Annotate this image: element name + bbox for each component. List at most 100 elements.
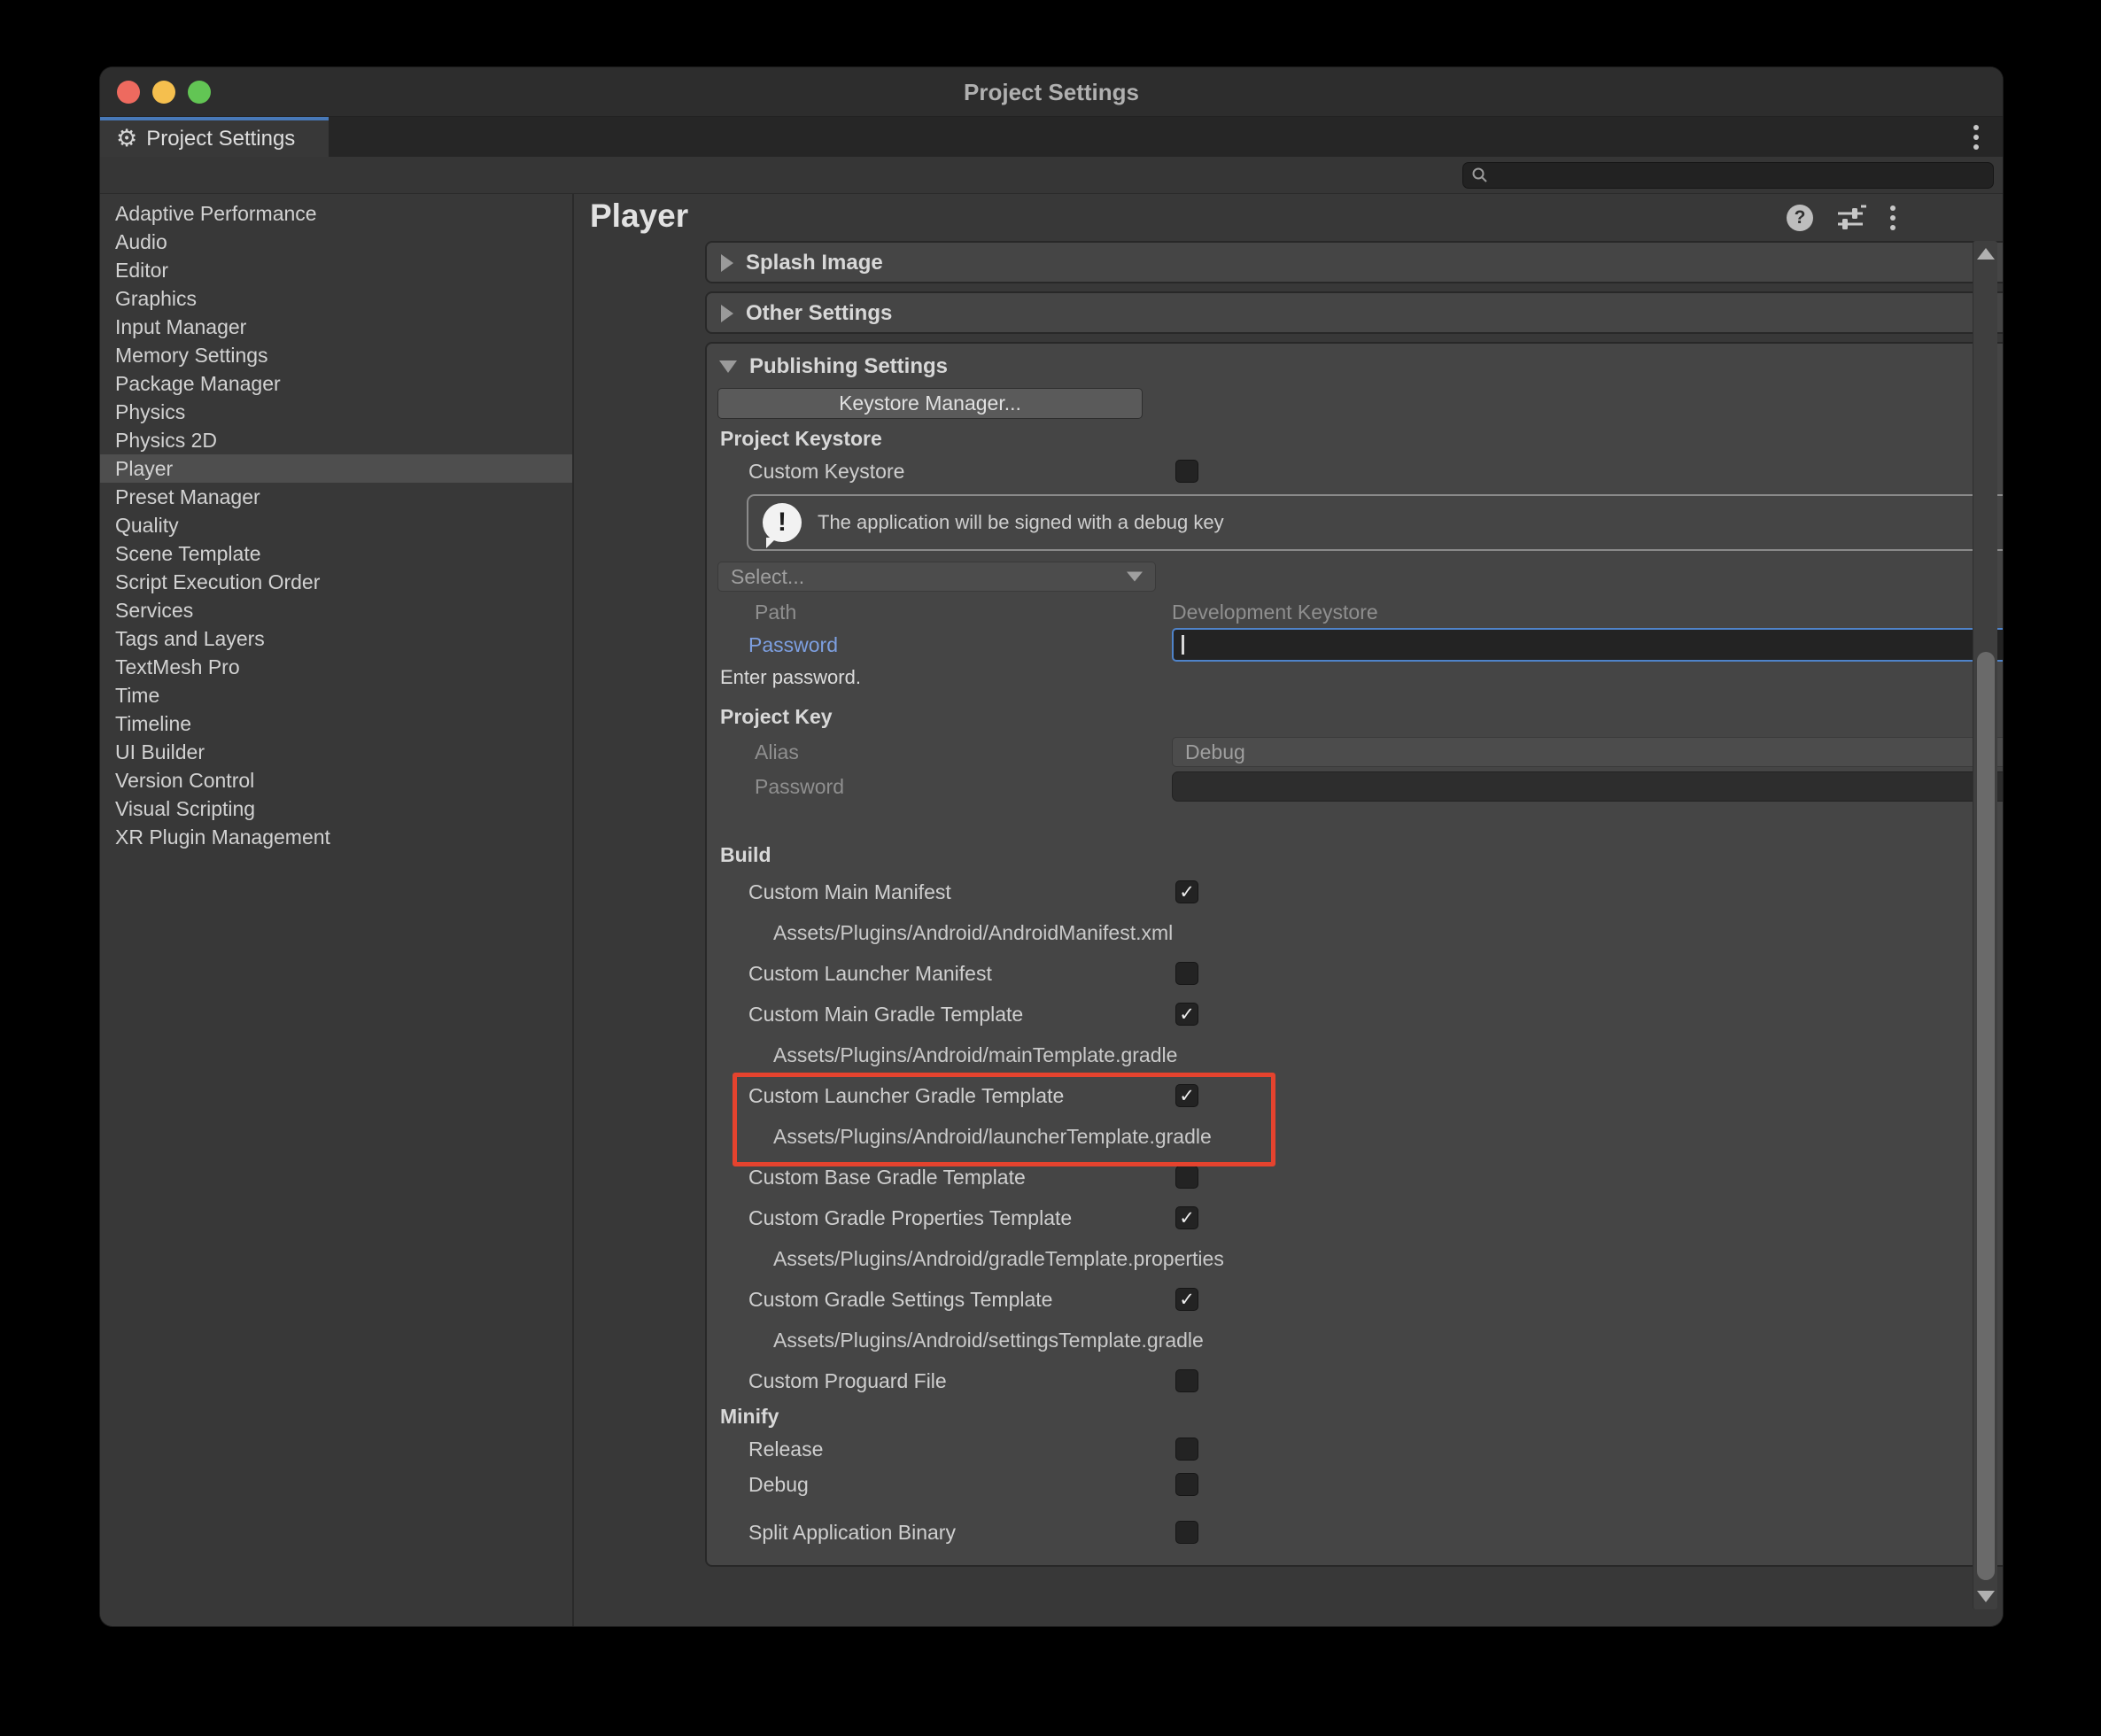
split-application-binary-checkbox[interactable]: ✓ xyxy=(1175,1521,1198,1544)
key-password-row: Password xyxy=(707,771,2003,802)
tab-bar-menu-icon[interactable] xyxy=(1973,125,1980,150)
section-other-settings: Other Settings xyxy=(705,291,2003,334)
path-value: Assets/Plugins/Android/settingsTemplate.… xyxy=(707,1320,2003,1360)
warning-icon: ! xyxy=(763,503,802,542)
custom-launcher-gradle-template-checkbox[interactable]: ✓ xyxy=(1175,1084,1198,1107)
sidebar-item-xr-plugin-management[interactable]: XR Plugin Management xyxy=(100,823,572,851)
title-bar: Project Settings xyxy=(100,67,2003,117)
sidebar-item-script-execution-order[interactable]: Script Execution Order xyxy=(100,568,572,596)
publishing-settings-fold[interactable]: Publishing Settings xyxy=(707,351,948,383)
setting-row-highlighted: Custom Launcher Gradle Template ✓ xyxy=(707,1075,2003,1116)
search-input[interactable] xyxy=(1462,162,1994,189)
panel-menu-icon[interactable] xyxy=(1889,205,1896,230)
minify-heading: Minify xyxy=(707,1401,2003,1431)
scroll-up-icon[interactable] xyxy=(1977,248,1995,260)
custom-main-gradle-template-checkbox[interactable]: ✓ xyxy=(1175,1003,1198,1026)
custom-launcher-manifest-checkbox[interactable]: ✓ xyxy=(1175,962,1198,985)
search-icon xyxy=(1471,167,1489,184)
toolbar xyxy=(100,157,2003,194)
build-settings-list: Custom Main Manifest ✓ Assets/Plugins/An… xyxy=(707,872,2003,1550)
sidebar-item-physics[interactable]: Physics xyxy=(100,398,572,426)
preset-icon[interactable] xyxy=(1836,205,1866,231)
sidebar-item-input-manager[interactable]: Input Manager xyxy=(100,313,572,341)
sidebar-item-scene-template[interactable]: Scene Template xyxy=(100,539,572,568)
build-heading: Build xyxy=(720,843,771,867)
chevron-down-icon xyxy=(719,360,737,373)
sidebar-item-tags-and-layers[interactable]: Tags and Layers xyxy=(100,624,572,653)
sidebar-item-visual-scripting[interactable]: Visual Scripting xyxy=(100,794,572,823)
other-settings-fold[interactable]: Other Settings xyxy=(707,293,2003,334)
page-title: Player xyxy=(590,198,688,235)
chevron-right-icon xyxy=(721,254,733,272)
alias-dropdown[interactable]: Debug xyxy=(1172,737,2003,767)
setting-row: Split Application Binary ✓ xyxy=(707,1515,2003,1550)
custom-gradle-properties-template-checkbox[interactable]: ✓ xyxy=(1175,1206,1198,1229)
sidebar-item-package-manager[interactable]: Package Manager xyxy=(100,369,572,398)
keystore-select-dropdown[interactable]: Select... xyxy=(717,562,1156,592)
path-value: Assets/Plugins/Android/launcherTemplate.… xyxy=(707,1116,2003,1157)
key-password-input[interactable] xyxy=(1172,771,2003,802)
custom-main-manifest-checkbox[interactable]: ✓ xyxy=(1175,880,1198,903)
sidebar-item-ui-builder[interactable]: UI Builder xyxy=(100,738,572,766)
setting-row: Custom Gradle Properties Template ✓ xyxy=(707,1197,2003,1238)
sidebar-item-time[interactable]: Time xyxy=(100,681,572,709)
splash-image-fold[interactable]: Splash Image xyxy=(707,243,2003,283)
setting-row: Release ✓ xyxy=(707,1431,2003,1467)
player-settings-panel: Player ? Splash Image xyxy=(576,194,2003,1626)
section-splash-image: Splash Image xyxy=(705,241,2003,283)
setting-row: Custom Base Gradle Template ✓ xyxy=(707,1157,2003,1197)
keystore-password-row: Password xyxy=(707,627,2003,663)
minify-release-checkbox[interactable]: ✓ xyxy=(1175,1438,1198,1461)
setting-row: Debug ✓ xyxy=(707,1467,2003,1502)
custom-keystore-row: Custom Keystore ✓ xyxy=(707,457,2003,485)
project-key-heading: Project Key xyxy=(720,705,833,729)
tab-bar: ⚙ Project Settings xyxy=(100,117,2003,157)
chevron-right-icon xyxy=(721,305,733,322)
keystore-path-value: Development Keystore xyxy=(1172,601,1378,624)
sidebar-item-editor[interactable]: Editor xyxy=(100,256,572,284)
sidebar-item-timeline[interactable]: Timeline xyxy=(100,709,572,738)
sidebar-item-audio[interactable]: Audio xyxy=(100,228,572,256)
settings-sidebar: Adaptive Performance Audio Editor Graphi… xyxy=(100,194,574,1626)
keystore-path-row: Path Development Keystore xyxy=(707,599,2003,625)
enter-password-hint: Enter password. xyxy=(720,666,861,689)
path-value: Assets/Plugins/Android/gradleTemplate.pr… xyxy=(707,1238,2003,1279)
path-value: Assets/Plugins/Android/mainTemplate.grad… xyxy=(707,1035,2003,1075)
gear-icon: ⚙ xyxy=(116,127,137,151)
sidebar-item-quality[interactable]: Quality xyxy=(100,511,572,539)
scrollbar-thumb[interactable] xyxy=(1977,652,1995,1580)
custom-proguard-file-checkbox[interactable]: ✓ xyxy=(1175,1369,1198,1392)
text-caret xyxy=(1182,635,1184,655)
setting-row: Custom Launcher Manifest ✓ xyxy=(707,953,2003,994)
custom-keystore-checkbox[interactable]: ✓ xyxy=(1175,460,1198,483)
project-settings-window: Project Settings ⚙ Project Settings Adap… xyxy=(100,67,2003,1626)
tab-project-settings[interactable]: ⚙ Project Settings xyxy=(100,117,329,157)
custom-gradle-settings-template-checkbox[interactable]: ✓ xyxy=(1175,1288,1198,1311)
vertical-scrollbar[interactable] xyxy=(1973,241,1997,1609)
setting-row: Custom Proguard File ✓ xyxy=(707,1360,2003,1401)
keystore-password-input[interactable] xyxy=(1172,628,2003,662)
sidebar-item-adaptive-performance[interactable]: Adaptive Performance xyxy=(100,199,572,228)
alias-row: Alias Debug xyxy=(707,737,2003,767)
sidebar-item-player[interactable]: Player xyxy=(100,454,572,483)
keystore-manager-button[interactable]: Keystore Manager... xyxy=(717,388,1143,419)
minify-debug-checkbox[interactable]: ✓ xyxy=(1175,1473,1198,1496)
path-value: Assets/Plugins/Android/AndroidManifest.x… xyxy=(707,912,2003,953)
sidebar-item-physics-2d[interactable]: Physics 2D xyxy=(100,426,572,454)
setting-row: Custom Main Manifest ✓ xyxy=(707,872,2003,912)
setting-row: Custom Main Gradle Template ✓ xyxy=(707,994,2003,1035)
content-area: Adaptive Performance Audio Editor Graphi… xyxy=(100,194,2003,1626)
sidebar-item-preset-manager[interactable]: Preset Manager xyxy=(100,483,572,511)
setting-row: Custom Gradle Settings Template ✓ xyxy=(707,1279,2003,1320)
scroll-down-icon[interactable] xyxy=(1977,1591,1995,1602)
sidebar-item-textmesh-pro[interactable]: TextMesh Pro xyxy=(100,653,572,681)
chevron-down-icon xyxy=(1127,572,1143,582)
sidebar-item-graphics[interactable]: Graphics xyxy=(100,284,572,313)
custom-base-gradle-template-checkbox[interactable]: ✓ xyxy=(1175,1166,1198,1189)
window-title: Project Settings xyxy=(100,67,2003,117)
sidebar-item-services[interactable]: Services xyxy=(100,596,572,624)
sidebar-item-version-control[interactable]: Version Control xyxy=(100,766,572,794)
tab-label: Project Settings xyxy=(146,127,295,151)
help-icon[interactable]: ? xyxy=(1787,205,1813,231)
sidebar-item-memory-settings[interactable]: Memory Settings xyxy=(100,341,572,369)
